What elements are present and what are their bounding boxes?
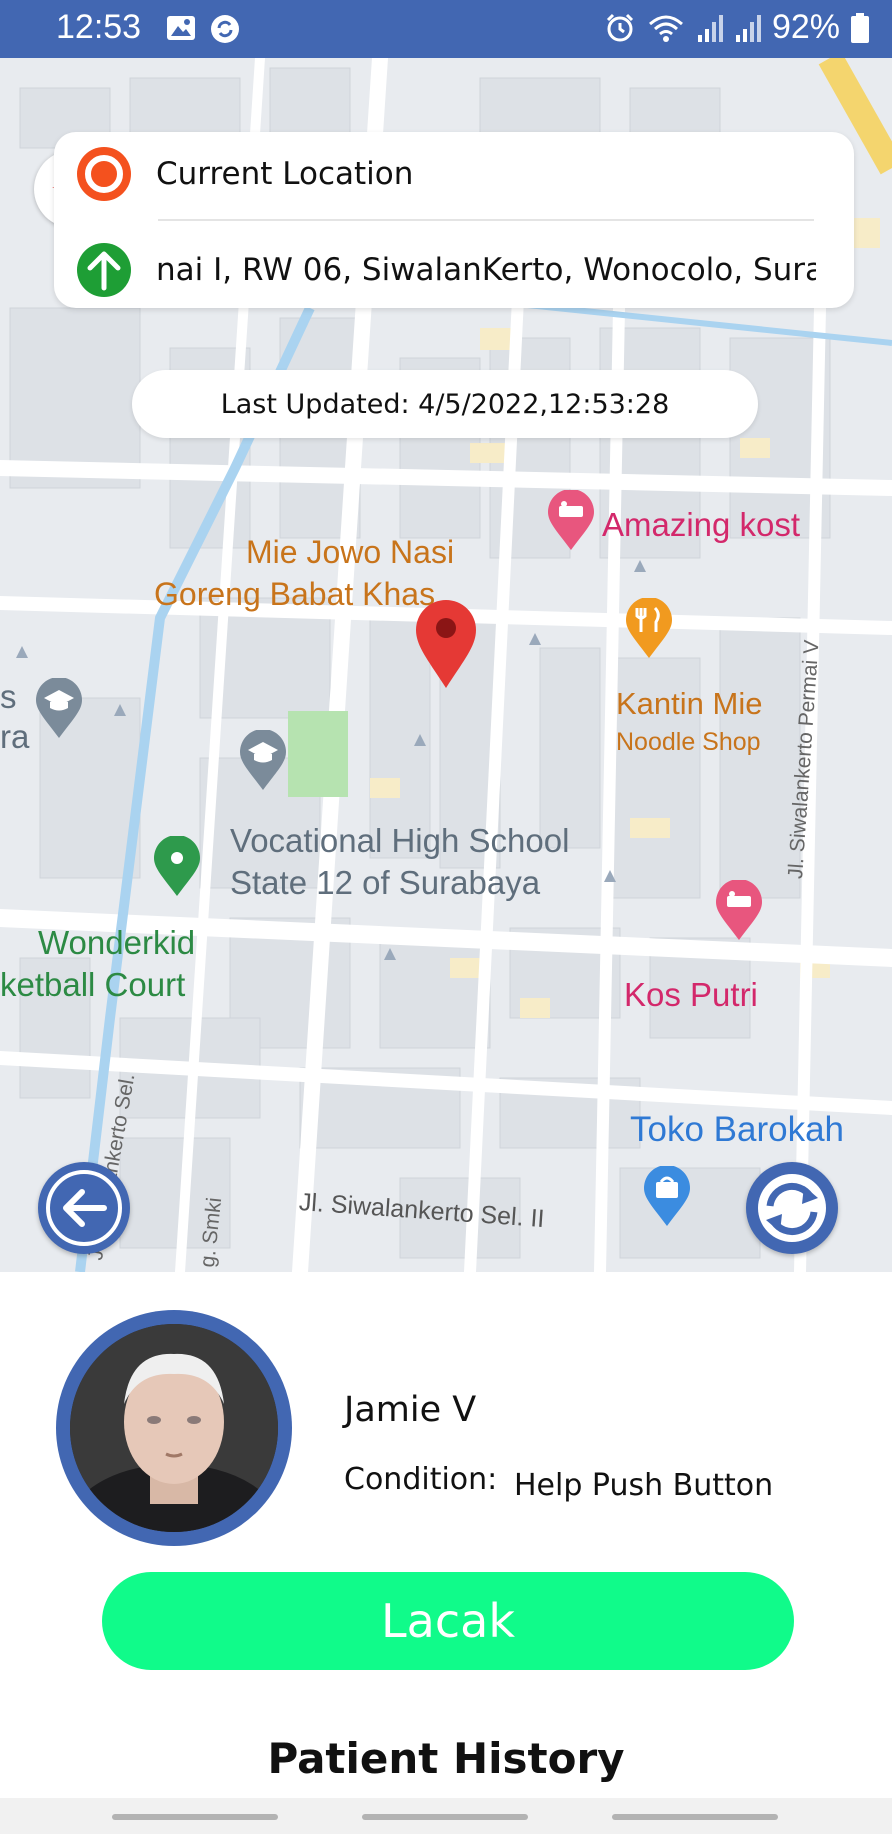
poi-label[interactable]: Kantin Mie xyxy=(616,686,762,722)
poi-label[interactable]: State 12 of Surabaya xyxy=(230,864,540,902)
school-pin-icon[interactable] xyxy=(238,730,288,792)
nav-back-button[interactable] xyxy=(612,1814,778,1820)
patient-name: Jamie V xyxy=(344,1390,477,1430)
track-button[interactable]: Lacak xyxy=(102,1572,794,1670)
signal-icon xyxy=(697,14,723,42)
patient-history-title: Patient History xyxy=(267,1734,625,1783)
battery-percent: 92% xyxy=(771,8,840,46)
poi-label[interactable]: Kos Putri xyxy=(624,976,758,1014)
park-pin-icon[interactable] xyxy=(152,836,202,898)
arrow-up-icon xyxy=(77,243,131,297)
destination-row[interactable]: nai I, RW 06, SiwalanKerto, Wonocolo, Su… xyxy=(76,240,816,300)
poi-label[interactable]: Vocational High School xyxy=(230,822,569,860)
poi-label[interactable]: Amazing kost xyxy=(602,506,800,544)
refresh-button[interactable] xyxy=(746,1162,838,1254)
hotel-pin-icon[interactable] xyxy=(714,880,764,942)
poi-label[interactable]: Wonderkid xyxy=(38,924,195,962)
system-nav-bar xyxy=(0,1798,892,1834)
alarm-icon xyxy=(606,13,633,41)
poi-label[interactable]: s xyxy=(0,678,17,716)
school-pin-icon[interactable] xyxy=(34,678,84,740)
last-updated-badge: Last Updated: 4/5/2022,12:53:28 xyxy=(132,370,758,438)
wifi-icon xyxy=(648,15,683,42)
location-divider xyxy=(158,219,814,221)
sync-app-icon xyxy=(211,15,239,43)
destination-address: nai I, RW 06, SiwalanKerto, Wonocolo, Su… xyxy=(156,252,816,288)
status-time: 12:53 xyxy=(56,8,142,46)
poi-label[interactable]: Mie Jowo Nasi xyxy=(246,534,454,571)
poi-label[interactable]: Noodle Shop xyxy=(616,728,761,757)
location-card: Current Location nai I, RW 06, SiwalanKe… xyxy=(54,132,854,308)
person-portrait-icon xyxy=(70,1324,278,1532)
condition-value: Help Push Button xyxy=(514,1468,774,1503)
avatar xyxy=(56,1310,292,1546)
poi-label[interactable]: Toko Barokah xyxy=(630,1110,844,1150)
image-icon xyxy=(167,16,195,40)
back-button[interactable] xyxy=(38,1162,130,1254)
status-right: 92% xyxy=(604,8,870,47)
origin-row[interactable]: Current Location xyxy=(76,144,816,204)
poi-label[interactable]: Goreng Babat Khas xyxy=(154,576,435,613)
restaurant-pin-icon[interactable] xyxy=(624,598,674,660)
patient-location-pin-icon[interactable] xyxy=(414,598,478,690)
poi-label[interactable]: ra xyxy=(0,718,29,756)
condition-label: Condition: xyxy=(344,1462,498,1497)
avatar-photo xyxy=(70,1324,278,1532)
shopping-pin-icon[interactable] xyxy=(642,1166,692,1228)
refresh-icon xyxy=(758,1174,826,1242)
current-location-icon xyxy=(77,147,131,201)
battery-icon xyxy=(851,12,869,43)
nav-home-button[interactable] xyxy=(362,1814,528,1820)
signal-icon xyxy=(735,14,761,42)
arrow-left-icon xyxy=(46,1170,122,1246)
poi-label[interactable]: ketball Court xyxy=(0,966,185,1004)
origin-label: Current Location xyxy=(156,156,414,192)
hotel-pin-icon[interactable] xyxy=(546,490,596,552)
nav-recents-button[interactable] xyxy=(112,1814,278,1820)
status-bar: 12:53 92% xyxy=(0,0,892,58)
